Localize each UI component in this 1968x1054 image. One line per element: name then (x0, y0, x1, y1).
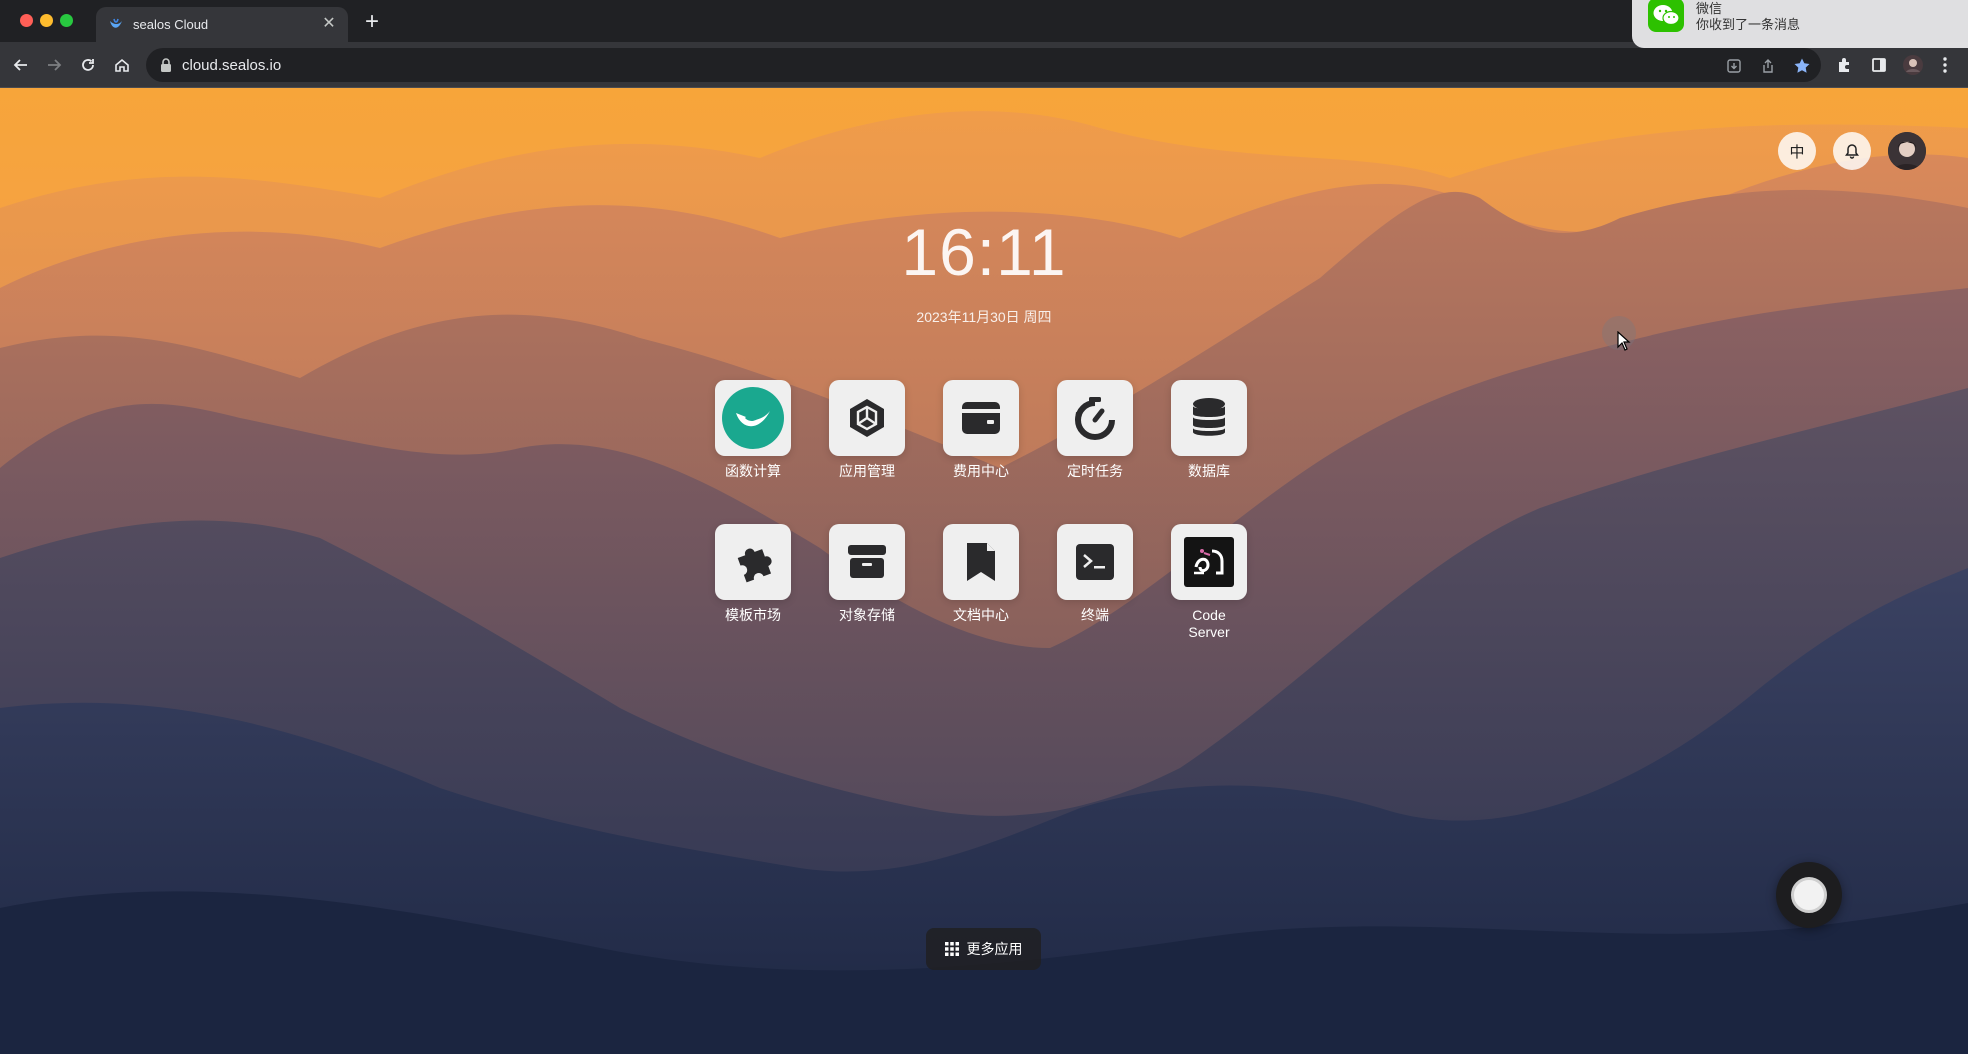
more-apps-label: 更多应用 (966, 941, 1023, 957)
address-bar[interactable]: cloud.sealos.io (146, 48, 1821, 82)
install-icon[interactable] (1724, 56, 1744, 76)
app-label: 文档中心 (953, 607, 1009, 623)
app-label: 对象存储 (839, 607, 895, 623)
app-template-market[interactable]: 模板市场 (708, 524, 798, 624)
app-terminal[interactable]: 终端 (1050, 524, 1140, 624)
menu-icon[interactable] (1932, 52, 1958, 78)
app-cronjob[interactable]: 定时任务 (1050, 380, 1140, 480)
back-icon[interactable] (8, 52, 34, 78)
wechat-icon (1648, 0, 1684, 32)
sealos-desktop: 中 16:11 2023年11月30日 周四 函数计算 应用管理 费用中心 定时… (0, 88, 1968, 1054)
grid-icon (944, 942, 959, 956)
storage-icon[interactable] (829, 524, 905, 600)
app-label: 定时任务 (1067, 463, 1123, 479)
sealos-favicon-icon (110, 18, 122, 28)
tab-title: sealos Cloud (133, 17, 209, 32)
app-cost-center[interactable]: 费用中心 (936, 380, 1026, 480)
timer-icon[interactable] (1057, 380, 1133, 456)
lock-icon[interactable] (160, 58, 172, 72)
app-label: Code Server (1188, 607, 1230, 640)
browser-toolbar: cloud.sealos.io (0, 42, 1968, 88)
more-apps-button[interactable]: 更多应用 (926, 928, 1041, 970)
app-laf[interactable]: 函数计算 (708, 380, 798, 480)
maximize-window-button[interactable] (60, 14, 73, 27)
app-label: 终端 (1081, 607, 1109, 623)
app-database[interactable]: 数据库 (1164, 380, 1254, 480)
app-label: 应用管理 (839, 463, 895, 479)
app-grid: 函数计算 应用管理 费用中心 定时任务 数据库 模板市场 对象存储 文档中心 终… (0, 88, 1968, 1054)
code-server-icon[interactable] (1171, 524, 1247, 600)
app-code-server[interactable]: Code Server (1164, 524, 1254, 641)
floating-assistant-button[interactable] (1776, 862, 1842, 928)
notification-message: 你收到了一条消息 (1696, 17, 1801, 32)
wechat-notification[interactable]: 微信 你收到了一条消息 (1632, 0, 1968, 48)
bookmark-star-icon[interactable] (1792, 56, 1812, 76)
share-icon[interactable] (1758, 56, 1778, 76)
app-launchpad-icon[interactable] (829, 380, 905, 456)
reload-icon[interactable] (75, 52, 101, 78)
url-text: cloud.sealos.io (182, 57, 282, 74)
browser-tab[interactable]: sealos Cloud ✕ (96, 7, 348, 42)
terminal-icon[interactable] (1057, 524, 1133, 600)
sidepanel-icon[interactable] (1866, 52, 1892, 78)
mouse-cursor-icon (1617, 331, 1631, 351)
floating-assistant-icon (1791, 877, 1827, 913)
app-object-storage[interactable]: 对象存储 (822, 524, 912, 624)
app-label: 模板市场 (725, 607, 781, 623)
home-icon[interactable] (109, 52, 135, 78)
app-label: 函数计算 (725, 463, 781, 479)
laf-icon[interactable] (715, 380, 791, 456)
forward-icon[interactable] (41, 52, 67, 78)
extensions-icon[interactable] (1832, 52, 1858, 78)
app-label: 数据库 (1188, 463, 1230, 479)
minimize-window-button[interactable] (40, 14, 53, 27)
tab-close-icon[interactable]: ✕ (320, 15, 338, 33)
app-doc-center[interactable]: 文档中心 (936, 524, 1026, 624)
app-launchpad[interactable]: 应用管理 (822, 380, 912, 480)
profile-icon[interactable] (1900, 52, 1926, 78)
new-tab-icon[interactable]: + (360, 10, 384, 34)
close-window-button[interactable] (20, 14, 33, 27)
doc-icon[interactable] (943, 524, 1019, 600)
app-label: 费用中心 (953, 463, 1009, 479)
wallet-icon[interactable] (943, 380, 1019, 456)
puzzle-icon[interactable] (715, 524, 791, 600)
database-icon[interactable] (1171, 380, 1247, 456)
